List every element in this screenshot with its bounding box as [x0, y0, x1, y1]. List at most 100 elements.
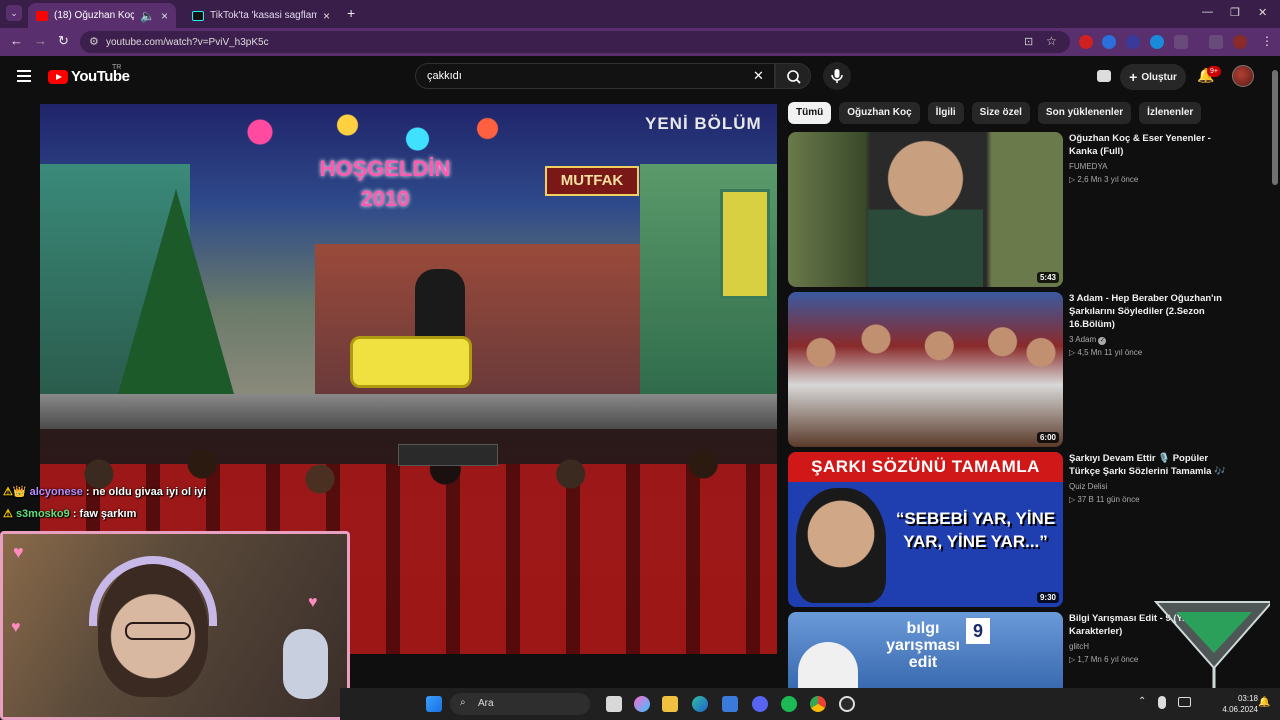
- stage-floor: [40, 394, 777, 429]
- channel-name[interactable]: FUMEDYA: [1069, 162, 1108, 171]
- views-age: 4,5 Mn 11 yıl önce: [1077, 348, 1143, 357]
- extension-translate-icon[interactable]: [1102, 35, 1116, 49]
- restore-icon[interactable]: ❐: [1230, 6, 1240, 19]
- copilot-icon[interactable]: [634, 696, 650, 712]
- clock-date: 4.06.2024: [1222, 705, 1258, 714]
- chip-channel[interactable]: Oğuzhan Koç: [839, 102, 920, 124]
- youtube-favicon-icon: [36, 10, 48, 21]
- chip-for-you[interactable]: Size özel: [971, 102, 1030, 124]
- recommended-video[interactable]: 5:43 Oğuzhan Koç & Eser Yenenler - Kanka…: [788, 132, 1238, 288]
- browser-menu-icon[interactable]: ⋮: [1261, 34, 1273, 48]
- reload-icon[interactable]: ↻: [58, 33, 69, 49]
- obs-icon[interactable]: [839, 696, 855, 712]
- voice-search-button[interactable]: [823, 62, 851, 90]
- video-thumbnail[interactable]: ŞARKI SÖZÜNÜ TAMAMLA “SEBEBİ YAR, YİNE Y…: [788, 452, 1063, 607]
- recommended-video[interactable]: 6:00 3 Adam - Hep Beraber Oğuzhan'ın Şar…: [788, 292, 1238, 448]
- extension-red-icon[interactable]: [1079, 35, 1093, 49]
- youtube-logo[interactable]: YouTube TR: [48, 64, 130, 85]
- discord-icon[interactable]: [752, 696, 768, 712]
- spotify-icon[interactable]: [781, 696, 797, 712]
- extension-blue-icon[interactable]: [1150, 35, 1164, 49]
- task-view-icon[interactable]: [606, 696, 622, 712]
- heart-decoration-icon: ♥: [11, 619, 21, 636]
- extensions-puzzle-icon[interactable]: [1174, 35, 1188, 49]
- browser-tab-tiktok[interactable]: TikTok'ta 'kasasi sagflam' bulabi ×: [184, 3, 338, 28]
- singer-figure: [868, 132, 983, 287]
- windows-start-icon[interactable]: [426, 696, 442, 712]
- chip-recently-uploaded[interactable]: Son yüklenenler: [1037, 102, 1132, 124]
- chip-watched[interactable]: İzlenenler: [1139, 102, 1202, 124]
- chrome-icon[interactable]: [810, 696, 826, 712]
- taskbar-search[interactable]: ⌕ Ara: [450, 693, 590, 715]
- bookmark-star-icon[interactable]: ☆: [1046, 34, 1057, 48]
- reading-list-icon[interactable]: [1209, 35, 1223, 49]
- chip-all[interactable]: Tümü: [788, 102, 832, 124]
- video-duration: 5:43: [1036, 272, 1059, 283]
- stage-monitor: [398, 444, 498, 466]
- clear-search-icon[interactable]: ✕: [753, 68, 764, 84]
- forward-icon[interactable]: →: [34, 33, 47, 48]
- video-thumbnail[interactable]: bılgı yarışması edit 9: [788, 612, 1063, 688]
- page-scrollbar[interactable]: [1270, 60, 1280, 688]
- address-bar[interactable]: ⚙ youtube.com/watch?v=PviV_h3pK5c ⊡ ☆: [80, 31, 1070, 53]
- search-button[interactable]: [775, 63, 811, 89]
- performers-group: [788, 312, 1063, 447]
- overlay-corner-text: YENİ BÖLÜM: [645, 114, 762, 133]
- tiktok-favicon-icon: [192, 10, 204, 21]
- tray-network-icon[interactable]: [1178, 697, 1191, 707]
- search-input[interactable]: çakkıdı: [415, 63, 775, 89]
- chat-message: ⚠ s3mosko9 : faw şarkım: [3, 507, 136, 520]
- channel-name[interactable]: glitcH: [1069, 642, 1089, 651]
- search-icon: [787, 70, 801, 84]
- video-meta: ▷ 1,7 Mn 6 yıl önce: [1069, 655, 1138, 664]
- back-icon[interactable]: ←: [10, 33, 23, 48]
- tray-mic-icon[interactable]: [1158, 696, 1166, 709]
- video-meta: ▷ 4,5 Mn 11 yıl önce: [1069, 348, 1142, 357]
- chat-text: : ne oldu givaa iyi ol iyi: [85, 486, 207, 498]
- channel-name[interactable]: 3 Adam ✓: [1069, 335, 1107, 345]
- video-title[interactable]: Oğuzhan Koç & Eser Yenenler - Kanka (Ful…: [1069, 132, 1229, 158]
- tray-chevron-icon[interactable]: ⌃: [1138, 696, 1146, 707]
- new-episode-label: YENİ BÖLÜM: [645, 114, 762, 134]
- chip-related[interactable]: İlgili: [927, 102, 964, 124]
- filter-chips: Tümü Oğuzhan Koç İlgili Size özel Son yü…: [788, 102, 1202, 124]
- notification-center-icon[interactable]: 🔔: [1258, 697, 1270, 708]
- video-thumbnail[interactable]: 5:43: [788, 132, 1063, 287]
- profile-avatar-icon[interactable]: [1233, 35, 1247, 49]
- close-tab-icon[interactable]: ×: [323, 9, 330, 23]
- quiz-title: bılgı yarışması edit: [878, 620, 968, 671]
- minimize-icon[interactable]: —: [1202, 6, 1213, 18]
- file-explorer-icon[interactable]: [662, 696, 678, 712]
- site-info-icon[interactable]: ⚙: [89, 35, 99, 48]
- browser-tab-youtube[interactable]: (18) Oğuzhan Koç - Domuz 🔈 ×: [28, 3, 176, 28]
- extension-wave-icon[interactable]: [1126, 35, 1140, 49]
- search-icon: ⌕: [460, 697, 466, 708]
- play-count-icon: ▷: [1069, 175, 1076, 184]
- heart-decoration-icon: ♥: [308, 594, 318, 611]
- url-text: youtube.com/watch?v=PviV_h3pK5c: [106, 36, 269, 48]
- welcome-2010-banner: HOŞGELDİN 2010: [315, 154, 455, 224]
- close-window-icon[interactable]: ✕: [1258, 6, 1267, 19]
- account-avatar[interactable]: [1232, 65, 1254, 87]
- video-title[interactable]: Şarkıyı Devam Ettir 🎙️ Popüler Türkçe Şa…: [1069, 452, 1229, 478]
- scrollbar-thumb[interactable]: [1272, 70, 1278, 185]
- edge-icon[interactable]: [692, 696, 708, 712]
- christmas-tree: [118, 189, 234, 394]
- channel-name[interactable]: Quiz Delisi: [1069, 482, 1107, 491]
- menu-icon[interactable]: [17, 70, 31, 82]
- recommended-video[interactable]: ŞARKI SÖZÜNÜ TAMAMLA “SEBEBİ YAR, YİNE Y…: [788, 452, 1238, 608]
- mute-tab-icon[interactable]: 🔈: [140, 9, 155, 23]
- video-title[interactable]: 3 Adam - Hep Beraber Oğuzhan'ın Şarkılar…: [1069, 292, 1229, 331]
- browser-toolbar: ← → ↻ ⚙ youtube.com/watch?v=PviV_h3pK5c …: [0, 28, 1280, 56]
- cast-icon[interactable]: [1097, 70, 1111, 82]
- taskbar-clock[interactable]: 03:18 4.06.2024: [1222, 693, 1258, 715]
- close-tab-icon[interactable]: ×: [161, 9, 168, 23]
- banner-text: HOŞGELDİN 2010: [319, 156, 451, 211]
- plus-icon: +: [1129, 69, 1138, 85]
- video-thumbnail[interactable]: 6:00: [788, 292, 1063, 447]
- store-icon[interactable]: [722, 696, 738, 712]
- tab-search-icon[interactable]: ⌄: [6, 5, 22, 21]
- install-app-icon[interactable]: ⊡: [1024, 35, 1033, 48]
- new-tab-button[interactable]: +: [347, 5, 355, 21]
- create-button[interactable]: + Oluştur: [1120, 64, 1186, 90]
